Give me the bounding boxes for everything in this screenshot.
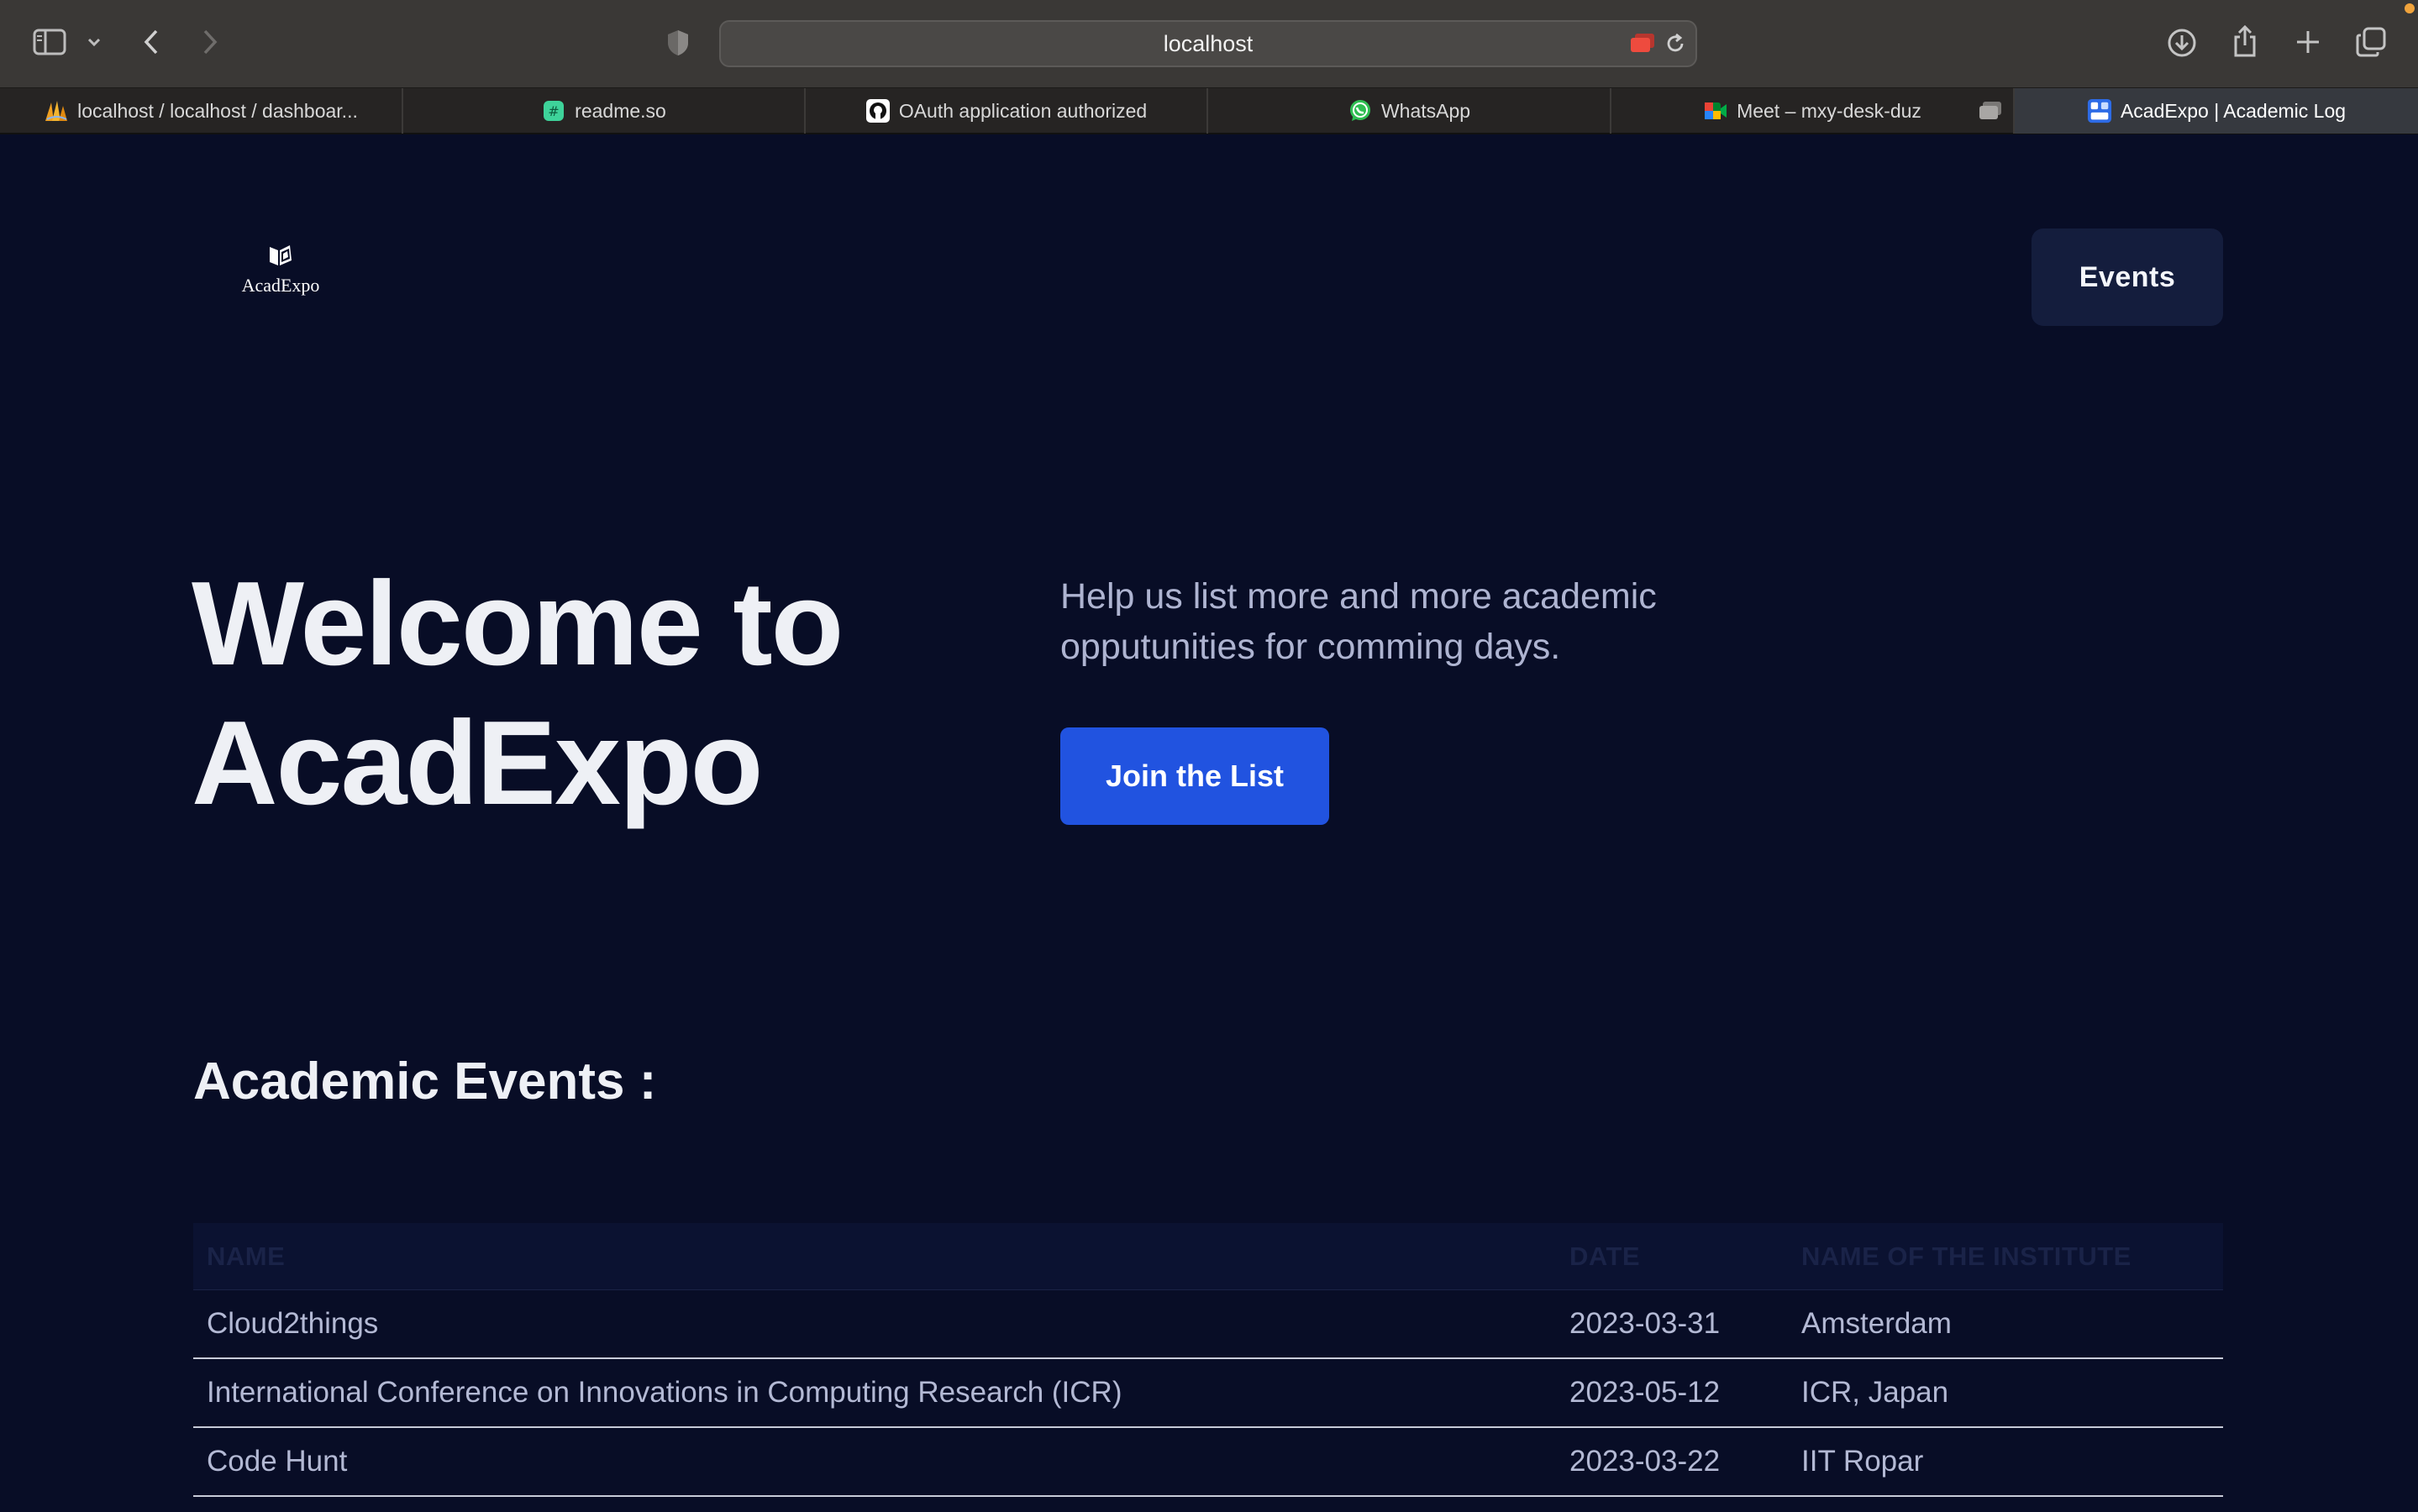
event-institute: ICR, Japan xyxy=(1801,1376,1949,1409)
event-date: 2023-03-31 xyxy=(1569,1307,1721,1340)
browser-toolbar: localhost xyxy=(0,0,2418,87)
tab-overview-icon[interactable] xyxy=(2354,25,2388,59)
hero-title: Welcome to AcadExpo xyxy=(192,554,948,833)
events-table: NAME DATE NAME OF THE INSTITUTE Cloud2th… xyxy=(193,1223,2223,1497)
github-icon xyxy=(865,98,891,123)
event-institute: IIT Ropar xyxy=(1801,1445,1924,1478)
tab-readme[interactable]: # readme.so xyxy=(403,88,806,134)
notification-dot xyxy=(2405,3,2415,13)
tab-label: OAuth application authorized xyxy=(898,99,1148,122)
join-the-list-button[interactable]: Join the List xyxy=(1060,727,1329,825)
table-header: NAME DATE NAME OF THE INSTITUTE xyxy=(193,1223,2223,1290)
hero-title-line-1: Welcome to xyxy=(192,557,844,690)
event-institute: Amsterdam xyxy=(1801,1307,1952,1340)
academic-events-heading: Academic Events : xyxy=(193,1053,657,1110)
tab-label: readme.so xyxy=(575,99,666,122)
svg-text:#: # xyxy=(548,103,559,119)
tab-whatsapp[interactable]: WhatsApp xyxy=(1208,88,1611,134)
privacy-shield-icon[interactable] xyxy=(664,27,692,59)
address-bar[interactable]: localhost xyxy=(719,20,1697,67)
tab-label: WhatsApp xyxy=(1380,99,1471,122)
event-name: Code Hunt xyxy=(207,1445,348,1478)
tab-meet[interactable]: Meet – mxy-desk-duz xyxy=(1611,88,2015,134)
sidebar-toggle-icon[interactable] xyxy=(30,25,69,59)
url-text: localhost xyxy=(1163,31,1254,56)
share-icon[interactable] xyxy=(2230,22,2260,60)
back-icon[interactable] xyxy=(138,25,165,59)
event-name: International Conference on Innovations … xyxy=(207,1376,1122,1409)
tab-label: localhost / localhost / dashboar... xyxy=(77,99,358,122)
tab-acadexpo[interactable]: AcadExpo | Academic Log xyxy=(2015,88,2418,134)
page-content: AcadExpo Events Welcome to AcadExpo Help… xyxy=(0,134,2418,1512)
tab-label: AcadExpo | Academic Log xyxy=(2120,99,2347,122)
column-header-date: DATE xyxy=(1569,1242,1641,1271)
table-row: Cloud2things 2023-03-31 Amsterdam xyxy=(193,1290,2223,1359)
hero-title-line-2: AcadExpo xyxy=(192,696,763,830)
table-row: Code Hunt 2023-03-22 IIT Ropar xyxy=(193,1428,2223,1497)
events-nav-button[interactable]: Events xyxy=(2032,228,2223,326)
event-date: 2023-05-12 xyxy=(1569,1376,1721,1409)
tab-bar: localhost / localhost / dashboar... # re… xyxy=(0,87,2418,134)
column-header-name: NAME xyxy=(207,1242,286,1271)
acadexpo-favicon-icon xyxy=(2087,98,2112,123)
acadexpo-logo[interactable]: AcadExpo xyxy=(229,244,333,297)
tab-phpmyadmin[interactable]: localhost / localhost / dashboar... xyxy=(0,88,403,134)
event-name: Cloud2things xyxy=(207,1307,379,1340)
logo-text: AcadExpo xyxy=(241,275,320,296)
phpmyadmin-icon xyxy=(44,98,69,123)
tab-oauth[interactable]: OAuth application authorized xyxy=(806,88,1208,134)
downloads-icon[interactable] xyxy=(2166,25,2198,60)
screen-share-icon[interactable] xyxy=(1628,30,1657,57)
chevron-down-icon[interactable] xyxy=(84,30,104,54)
tab-label: Meet – mxy-desk-duz xyxy=(1737,99,1921,122)
whatsapp-icon xyxy=(1348,98,1373,123)
logo-mark-icon xyxy=(270,245,292,265)
new-tab-icon[interactable] xyxy=(2292,25,2324,59)
column-header-institute: NAME OF THE INSTITUTE xyxy=(1801,1242,2132,1271)
google-meet-icon xyxy=(1703,98,1728,123)
forward-icon[interactable] xyxy=(197,25,223,59)
readme-icon: # xyxy=(541,98,566,123)
event-date: 2023-03-22 xyxy=(1569,1445,1721,1478)
hero-subtitle: Help us list more and more academic oppu… xyxy=(1060,576,1657,667)
tab-sharing-icon[interactable] xyxy=(1978,101,2003,126)
table-row: International Conference on Innovations … xyxy=(193,1359,2223,1428)
reload-icon[interactable] xyxy=(1662,30,1689,57)
